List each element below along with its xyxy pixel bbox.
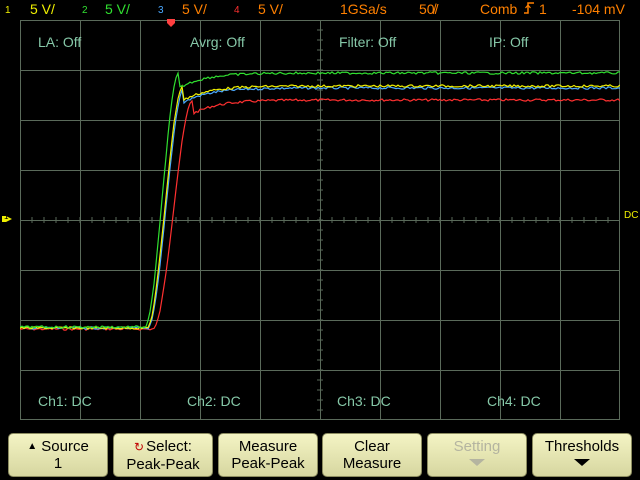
ground-marker-icon: 1: [2, 212, 16, 227]
ch1-scale: 5 V/: [30, 1, 55, 17]
clear-value: Measure: [342, 455, 402, 472]
status-bar: 1 5 V/ 2 5 V/ 3 5 V/ 4 5 V/ 1GSa/s 50̸/ …: [0, 0, 640, 18]
avrg-status: Avrg: Off: [190, 34, 245, 50]
ch4-scale: 5 V/: [258, 1, 283, 17]
select-label: Select:: [146, 438, 192, 455]
filter-status: Filter: Off: [339, 34, 397, 50]
ground-marker-label: 1: [4, 212, 9, 221]
ch1-coupling: Ch1: DC: [38, 393, 92, 409]
timebase: 50̸/: [419, 1, 439, 17]
ch3-number: 3: [158, 5, 164, 16]
ip-status: IP: Off: [489, 34, 529, 50]
ch2-coupling: Ch2: DC: [187, 393, 241, 409]
softkey-bar: ▲ Source 1 ↻ Select: Peak-Peak Measure Pe…: [0, 430, 640, 480]
clear-label: Clear: [354, 438, 390, 455]
waveform-display: 1 DC LA: Off Avrg: Off Filter: Off IP: O…: [0, 18, 640, 430]
measure-value: Peak-Peak: [231, 455, 305, 472]
la-status: LA: Off: [38, 34, 82, 50]
rising-edge-icon: [522, 1, 536, 18]
right-marker-icon: DC: [624, 211, 638, 221]
thresholds-label: Thresholds: [544, 438, 620, 455]
waveform-grid: [20, 20, 620, 420]
ch4-number: 4: [234, 5, 240, 16]
ch3-scale: 5 V/: [182, 1, 207, 17]
source-value: 1: [53, 455, 63, 472]
setting-label: Setting: [453, 438, 501, 455]
ch4-coupling: Ch4: DC: [487, 393, 541, 409]
ch2-number: 2: [82, 5, 88, 16]
source-label: Source: [41, 438, 89, 455]
down-arrow-icon: [574, 459, 590, 466]
ch3-coupling: Ch3: DC: [337, 393, 391, 409]
sample-rate: 1GSa/s: [340, 1, 387, 17]
trigger-source: 1: [539, 1, 547, 17]
setting-softkey[interactable]: Setting: [427, 433, 527, 477]
measure-label: Measure: [238, 438, 298, 455]
down-arrow-icon: [469, 459, 485, 466]
trigger-level: -104 mV: [572, 1, 625, 17]
right-marker-label: DC: [624, 210, 639, 221]
clear-measure-softkey[interactable]: Clear Measure: [322, 433, 422, 477]
source-softkey[interactable]: ▲ Source 1: [8, 433, 108, 477]
measure-softkey[interactable]: Measure Peak-Peak: [218, 433, 318, 477]
ch2-scale: 5 V/: [105, 1, 130, 17]
select-knob-icon: ↻: [134, 440, 145, 454]
thresholds-softkey[interactable]: Thresholds: [532, 433, 632, 477]
up-triangle-icon: ▲: [27, 441, 38, 452]
trigger-mode: Comb: [480, 1, 518, 17]
trigger-position-icon: [166, 18, 176, 31]
ch1-number: 1: [5, 5, 11, 16]
select-softkey[interactable]: ↻ Select: Peak-Peak: [113, 433, 213, 477]
select-value: Peak-Peak: [126, 456, 200, 473]
